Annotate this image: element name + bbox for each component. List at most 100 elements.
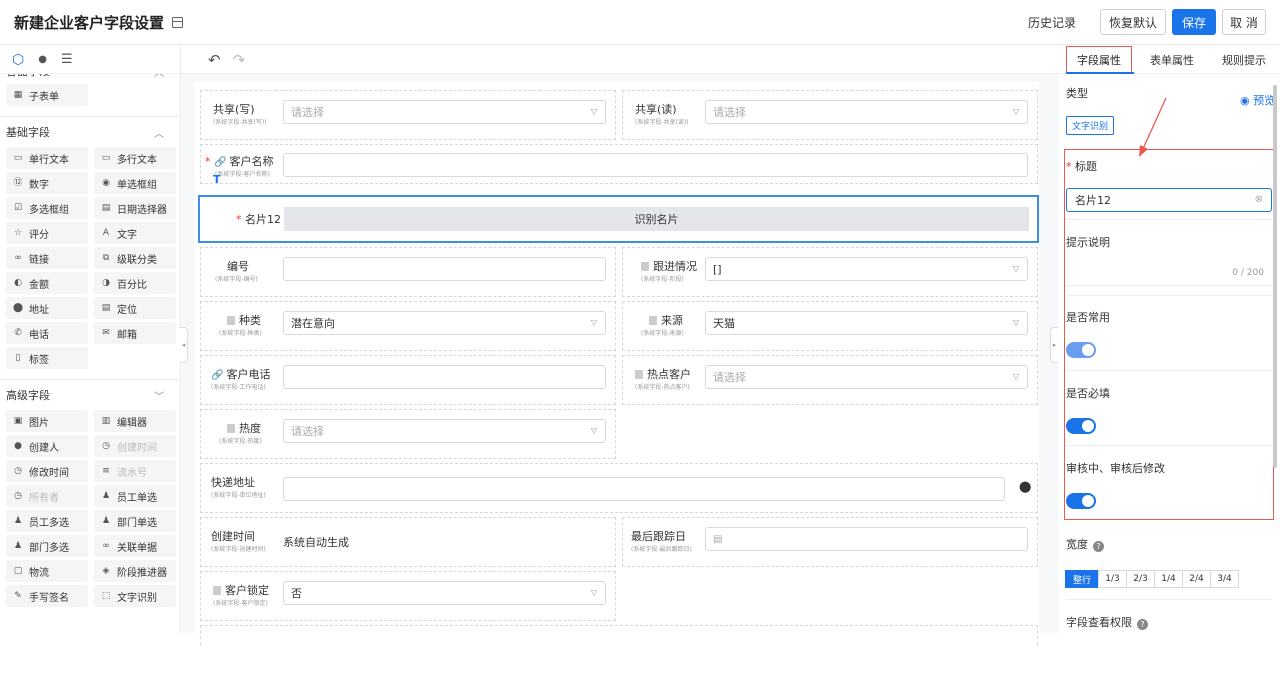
hot-customer-select[interactable]: 请选择 ▽ (705, 365, 1028, 389)
customer-name-input[interactable] (283, 153, 1028, 177)
field-phone[interactable]: 🔗 客户电话 (系统字段-工作电话) (200, 355, 616, 405)
palette-item[interactable]: ◷ 所有者 (6, 485, 88, 507)
heat-select[interactable]: 请选择 ▽ (283, 419, 606, 443)
palette-item[interactable]: ✆ 电话 (6, 322, 88, 344)
palette-item[interactable]: ● 创建人 (6, 435, 88, 457)
section-basic[interactable]: 基础字段 ︿ (0, 121, 180, 143)
palette-item[interactable]: ≡ 流水号 (94, 460, 176, 482)
follow-select[interactable]: [] ▽ (705, 257, 1028, 281)
width-option[interactable]: 3/4 (1210, 570, 1239, 588)
help-icon[interactable]: ? (1137, 619, 1148, 630)
chevron-down-icon[interactable]: ﹀ (154, 388, 164, 403)
share-read-select[interactable]: 请选择 ▽ (705, 100, 1028, 124)
palette-item[interactable]: ◈ 阶段推进器 (94, 560, 176, 582)
section-advanced[interactable]: 高级字段 ﹀ (0, 384, 180, 406)
hint-input[interactable]: 0 / 200 (1066, 262, 1272, 286)
width-option[interactable]: 整行 (1065, 570, 1099, 588)
width-option[interactable]: 2/4 (1182, 570, 1211, 588)
palette-item[interactable]: ♟ 部门单选 (94, 510, 176, 532)
field-share-write[interactable]: 共享(写) (系统字段-共享(写)) 请选择 ▽ (200, 90, 616, 140)
audit-toggle[interactable] (1066, 493, 1096, 509)
phone-input[interactable] (283, 365, 606, 389)
width-option[interactable]: 2/3 (1126, 570, 1155, 588)
palette-item[interactable]: ∞ 关联单据 (94, 535, 176, 557)
field-kind[interactable]: 种类 (系统字段-种类) 潜在意向 ▽ (200, 301, 616, 351)
palette-item[interactable]: ⑫ 数字 (6, 172, 88, 194)
palette-item[interactable]: ◉ 单选框组 (94, 172, 176, 194)
palette-item[interactable]: ♟ 员工多选 (6, 510, 88, 532)
address-input[interactable] (283, 477, 1005, 501)
reset-button[interactable]: 恢复默认 (1100, 9, 1166, 35)
collapse-right-handle[interactable]: ▸ (1050, 327, 1058, 363)
palette-item-subform[interactable]: ▦ 子表单 (6, 84, 88, 106)
field-customer-lock[interactable]: 客户锁定 (系统字段-客户锁定) 否 ▽ (200, 571, 616, 621)
cancel-button[interactable]: 取 消 (1222, 9, 1266, 35)
location-pin-icon[interactable]: ⬤ (1019, 480, 1031, 493)
field-last-follow[interactable]: 最后跟踪日 (系统字段-最后跟踪日) ▤ (622, 517, 1038, 567)
palette-item[interactable]: ☑ 多选框组 (6, 197, 88, 219)
help-icon[interactable]: ● (38, 54, 47, 65)
field-created-time[interactable]: 创建时间 (系统字段-创建时间) 系统自动生成 (200, 517, 616, 567)
scrollbar[interactable] (1273, 85, 1277, 468)
required-toggle[interactable] (1066, 418, 1096, 434)
recognize-card-button[interactable]: 识别名片 (284, 207, 1029, 231)
palette-item[interactable]: ∞ 链接 (6, 247, 88, 269)
palette-item[interactable]: ▤ 日期选择器 (94, 197, 176, 219)
palette-item[interactable]: ✉ 邮箱 (94, 322, 176, 344)
width-option[interactable]: 1/4 (1154, 570, 1183, 588)
chevron-up-icon[interactable]: ︿ (154, 125, 164, 140)
field-follow[interactable]: 跟进情况 (系统字段-阶段) [] ▽ (622, 247, 1038, 297)
field-number[interactable]: 编号 (系统字段-编号) (200, 247, 616, 297)
redo-icon[interactable]: ↷ (233, 51, 246, 69)
field-heat[interactable]: 热度 (系统字段-热度) 请选择 ▽ (200, 409, 616, 459)
save-button[interactable]: 保存 (1172, 9, 1216, 35)
tree-icon[interactable]: ☰ (61, 53, 73, 66)
share-write-select[interactable]: 请选择 ▽ (283, 100, 606, 124)
palette-item[interactable]: ⬚ 文字识别 (94, 585, 176, 607)
palette-item[interactable]: ▥ 编辑器 (94, 410, 176, 432)
layout-icon[interactable] (172, 16, 184, 28)
palette-item[interactable]: ▭ 单行文本 (6, 147, 88, 169)
link-icon: 🔗 (214, 157, 227, 168)
field-card-selected[interactable]: * 名片12 识别名片 (198, 195, 1039, 243)
field-hot-customer[interactable]: 热点客户 (系统字段-热点客户) 请选择 ▽ (622, 355, 1038, 405)
palette-item[interactable]: ☆ 评分 (6, 222, 88, 244)
common-toggle[interactable] (1066, 342, 1096, 358)
advanced-fields: ▣ 图片 ▥ 编辑器 ● 创建人 ◷ 创建时间 ◷ 修改时间 ≡ 流水号 ◷ 所有者 ♟ 员工单选 ♟ 员工多选 ♟… (0, 410, 180, 607)
clear-icon[interactable]: ⊗ (1255, 194, 1263, 205)
palette-item[interactable]: ⧉ 级联分类 (94, 247, 176, 269)
field-share-read[interactable]: 共享(读) (系统字段-共享(读)) 请选择 ▽ (622, 90, 1038, 140)
help-icon[interactable]: ? (1093, 541, 1104, 552)
palette-item[interactable]: ▭ 多行文本 (94, 147, 176, 169)
palette-item[interactable]: ♟ 部门多选 (6, 535, 88, 557)
field-address[interactable]: 快递地址 (系统字段-单位地址) ⬤ (200, 463, 1038, 513)
palette-item[interactable]: ♟ 员工单选 (94, 485, 176, 507)
palette-item[interactable]: ▣ 图片 (6, 410, 88, 432)
cube-icon[interactable]: ⬡ (12, 53, 24, 67)
palette-item[interactable]: ◑ 百分比 (94, 272, 176, 294)
kind-select[interactable]: 潜在意向 ▽ (283, 311, 606, 335)
customer-lock-select[interactable]: 否 ▽ (283, 581, 606, 605)
palette-item[interactable]: ✎ 手写签名 (6, 585, 88, 607)
palette-item[interactable]: A 文字 (94, 222, 176, 244)
palette-item[interactable]: ◷ 修改时间 (6, 460, 88, 482)
palette-item[interactable]: ▢ 物流 (6, 560, 88, 582)
number-input[interactable] (283, 257, 606, 281)
palette-item[interactable]: ◷ 创建时间 (94, 435, 176, 457)
last-follow-date-input[interactable]: ▤ (705, 527, 1028, 551)
palette-item[interactable]: ▯ 标签 (6, 347, 88, 369)
undo-icon[interactable]: ↶ (208, 51, 221, 69)
palette-item[interactable]: ⬤ 地址 (6, 297, 88, 319)
history-link[interactable]: 历史记录 (1028, 14, 1076, 31)
tab-field-props[interactable]: 字段属性 (1066, 46, 1132, 73)
palette-item[interactable]: ▤ 定位 (94, 297, 176, 319)
palette-item[interactable]: ◐ 金额 (6, 272, 88, 294)
source-select[interactable]: 天猫 ▽ (705, 311, 1028, 335)
field-source[interactable]: 来源 (系统字段-来源) 天猫 ▽ (622, 301, 1038, 351)
title-input[interactable]: 名片12 ⊗ (1066, 188, 1272, 212)
tab-form-props[interactable]: 表单属性 (1136, 46, 1208, 73)
collapse-left-handle[interactable]: ◂ (180, 327, 188, 363)
tab-rule-hints[interactable]: 规则提示 (1208, 46, 1280, 73)
field-customer-name[interactable]: * 🔗 客户名称 (系统字段-客户名称) T (200, 144, 1038, 186)
width-option[interactable]: 1/3 (1098, 570, 1127, 588)
